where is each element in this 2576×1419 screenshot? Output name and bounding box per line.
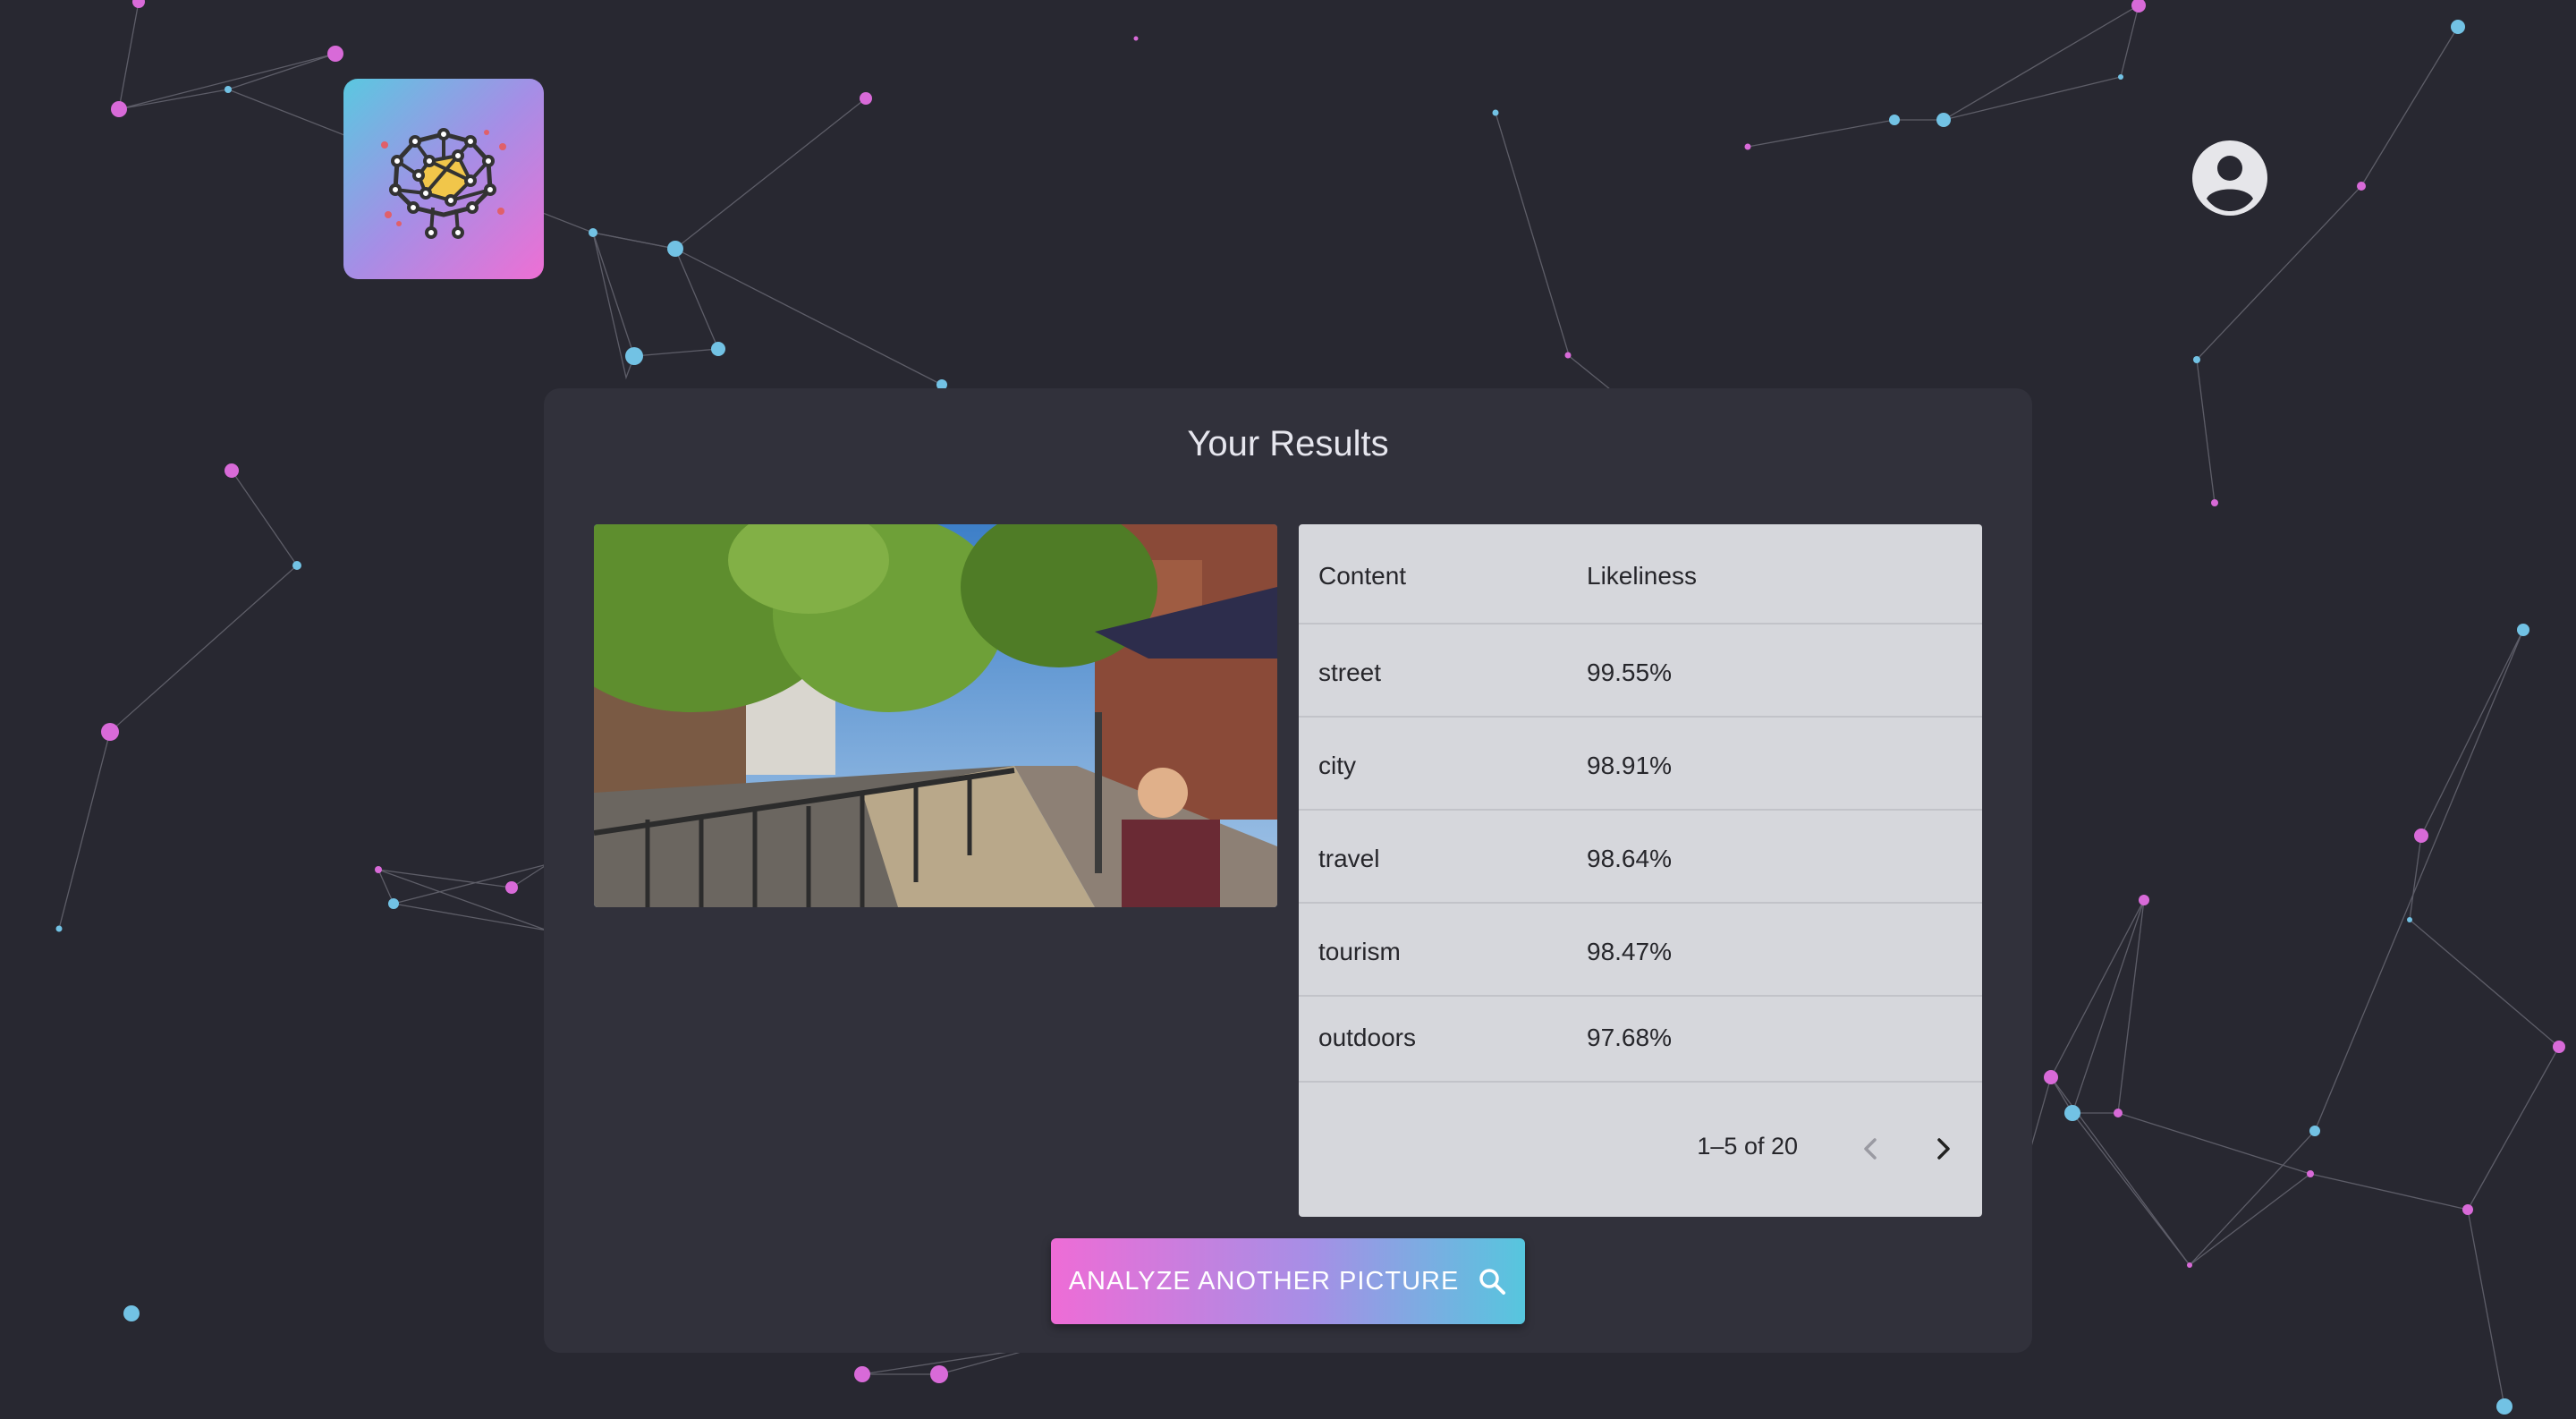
row-likeliness: 98.91%: [1587, 752, 1672, 779]
table-header-row: Content Likeliness: [1299, 524, 1982, 625]
row-likeliness: 98.64%: [1587, 845, 1672, 872]
row-likeliness: 99.55%: [1587, 659, 1672, 686]
analyze-another-picture-button[interactable]: ANALYZE ANOTHER PICTURE: [1051, 1238, 1525, 1324]
search-icon: [1479, 1269, 1506, 1295]
table-row: travel 98.64%: [1299, 811, 1982, 904]
results-title: Your Results: [1187, 424, 1389, 463]
table-row: street 99.55%: [1299, 625, 1982, 718]
chevron-left-icon[interactable]: [1853, 1131, 1889, 1167]
analyze-button-label: ANALYZE ANOTHER PICTURE: [1068, 1266, 1460, 1296]
results-card: Your Results Content Likeliness street 9…: [544, 388, 2032, 1353]
street-photo: [594, 524, 1277, 907]
table-row: tourism 98.47%: [1299, 904, 1982, 997]
row-content: travel: [1318, 845, 1380, 872]
column-header-likeliness[interactable]: Likeliness: [1587, 562, 1697, 591]
row-content: street: [1318, 659, 1382, 686]
brain-network-icon: [381, 128, 506, 239]
account-circle-icon[interactable]: [2191, 140, 2268, 217]
column-header-content[interactable]: Content: [1318, 562, 1406, 591]
row-content: outdoors: [1318, 1024, 1416, 1051]
row-likeliness: 97.68%: [1587, 1024, 1672, 1051]
table-pagination: 1–5 of 20: [1299, 1083, 1982, 1217]
row-content: tourism: [1318, 938, 1401, 965]
chevron-right-icon[interactable]: [1925, 1131, 1961, 1167]
analyzed-image: [594, 524, 1277, 907]
table-row: city 98.91%: [1299, 718, 1982, 811]
app-logo[interactable]: [343, 79, 544, 279]
row-content: city: [1318, 752, 1356, 779]
results-table: Content Likeliness street 99.55% city 98…: [1299, 524, 1982, 1217]
pagination-range: 1–5 of 20: [1697, 1133, 1798, 1160]
row-likeliness: 98.47%: [1587, 938, 1672, 965]
table-row: outdoors 97.68%: [1299, 990, 1982, 1083]
